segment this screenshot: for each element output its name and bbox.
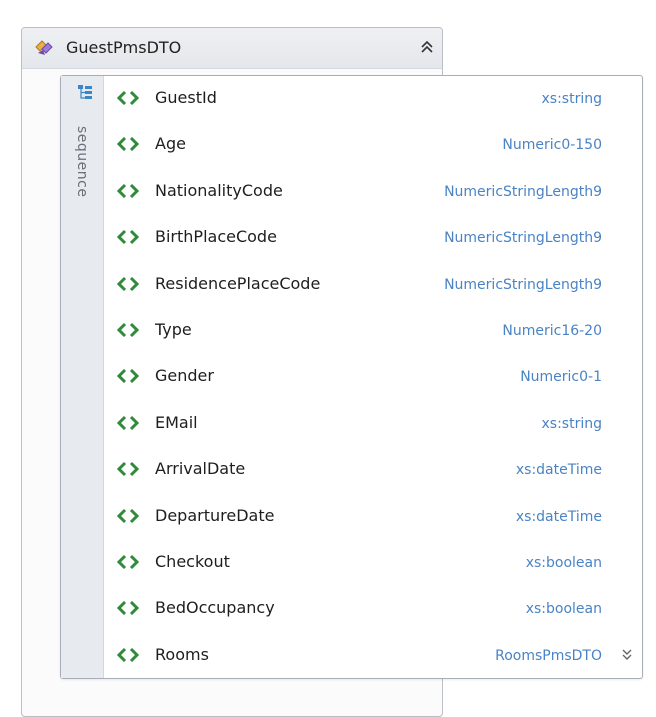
element-name: ArrivalDate [155, 459, 246, 479]
element-icon [117, 137, 139, 152]
element-name: Checkout [155, 551, 230, 571]
element-row[interactable]: BedOccupancy xs:boolean [104, 586, 642, 632]
element-name: Type [155, 319, 192, 339]
element-icon [117, 647, 139, 662]
element-type: xs:boolean [525, 601, 602, 618]
element-list: GuestId xs:string Age Numeric0-150 Natio… [104, 76, 642, 679]
element-type: NumericStringLength9 [444, 183, 602, 200]
element-name: EMail [155, 412, 198, 432]
element-type: xs:string [541, 91, 602, 107]
element-row[interactable]: DepartureDate xs:dateTime [104, 494, 642, 540]
element-row[interactable]: Gender Numeric0-1 [104, 354, 642, 400]
element-row[interactable]: Type Numeric16-20 [104, 308, 642, 354]
complex-type-icon [35, 40, 53, 55]
element-row[interactable]: EMail xs:string [104, 401, 642, 447]
element-type: xs:boolean [525, 554, 602, 571]
element-icon [117, 183, 139, 198]
element-icon [117, 230, 139, 245]
sequence-icon [78, 85, 92, 99]
element-type: xs:dateTime [515, 508, 602, 525]
element-type: RoomsPmsDTO [495, 647, 602, 664]
element-type: Numeric0-150 [502, 137, 602, 154]
complex-type-title: GuestPmsDTO [66, 38, 182, 57]
element-type: NumericStringLength9 [444, 276, 602, 293]
element-name: BedOccupancy [155, 598, 275, 618]
element-name: GuestId [155, 88, 217, 107]
sequence-strip: sequence [61, 76, 104, 678]
element-name: DepartureDate [155, 505, 275, 525]
double-chevron-up-icon[interactable] [420, 36, 434, 58]
element-name: NationalityCode [155, 180, 283, 200]
element-icon [117, 415, 139, 430]
element-name: Gender [155, 366, 214, 386]
element-row[interactable]: NationalityCode NumericStringLength9 [104, 169, 642, 215]
element-row[interactable]: Checkout xs:boolean [104, 540, 642, 586]
element-row[interactable]: BirthPlaceCode NumericStringLength9 [104, 215, 642, 261]
double-chevron-down-icon[interactable] [621, 645, 633, 665]
element-type: xs:string [541, 415, 602, 432]
sequence-label: sequence [74, 126, 90, 198]
element-row[interactable]: Rooms RoomsPmsDTO [104, 633, 642, 679]
complex-type-header[interactable]: GuestPmsDTO [22, 28, 442, 69]
element-icon [117, 601, 139, 616]
element-name: ResidencePlaceCode [155, 273, 321, 293]
element-type: NumericStringLength9 [444, 230, 602, 247]
element-type: Numeric0-1 [520, 369, 602, 386]
element-icon [117, 276, 139, 291]
element-row[interactable]: ArrivalDate xs:dateTime [104, 447, 642, 493]
element-icon [117, 322, 139, 338]
element-row[interactable]: ResidencePlaceCode NumericStringLength9 [104, 262, 642, 308]
element-name: Age [155, 134, 186, 154]
element-row[interactable]: GuestId xs:string [104, 76, 642, 122]
element-icon [117, 90, 139, 106]
element-icon [117, 369, 139, 384]
element-icon [117, 462, 139, 477]
element-icon [117, 508, 139, 523]
element-type: Numeric16-20 [502, 322, 602, 339]
element-row[interactable]: Age Numeric0-150 [104, 122, 642, 168]
element-name: BirthPlaceCode [155, 227, 277, 247]
element-type: xs:dateTime [515, 462, 602, 479]
element-name: Rooms [155, 644, 209, 664]
element-icon [117, 554, 139, 569]
